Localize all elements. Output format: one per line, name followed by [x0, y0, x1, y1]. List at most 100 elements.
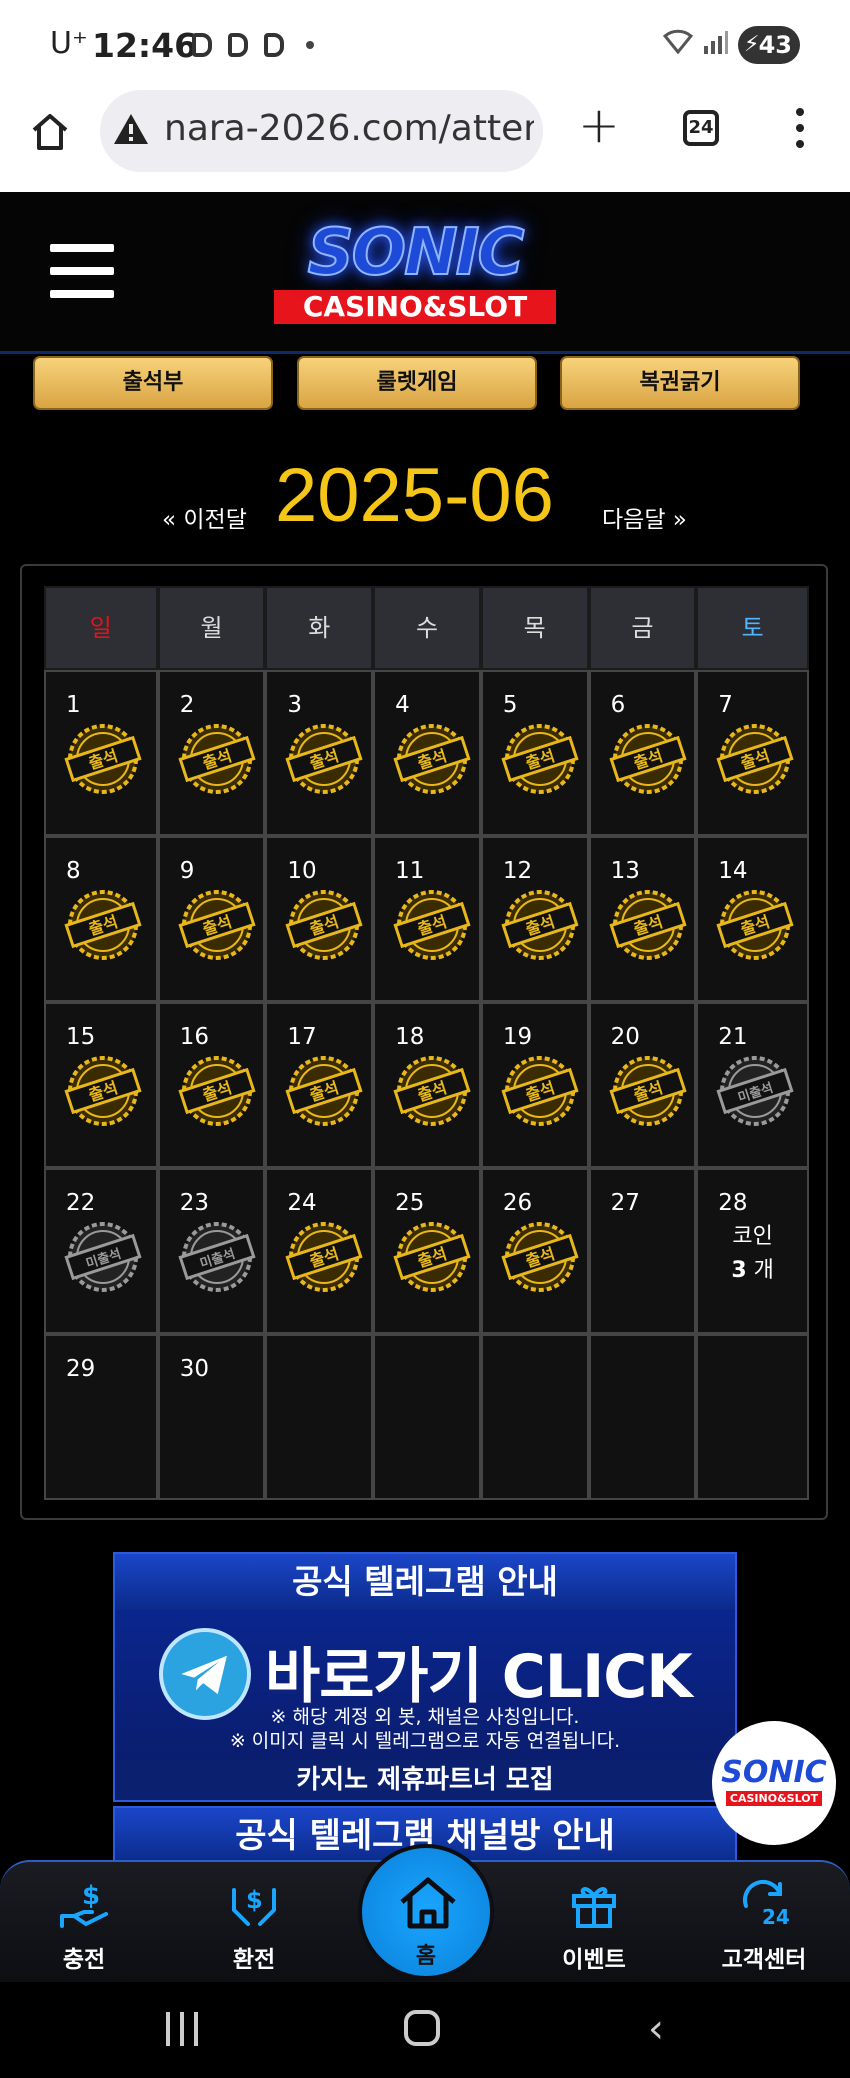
calendar-day-cell: 1 출석	[44, 670, 158, 836]
calendar-day-cell: 4 출석	[373, 670, 481, 836]
month-navigation: « 이전달 2025-06 다음달 »	[0, 452, 850, 542]
day-number: 14	[718, 858, 748, 884]
day-number: 15	[66, 1024, 96, 1050]
attended-stamp-icon: 출석	[393, 1218, 471, 1296]
attended-stamp-icon: 출석	[501, 1218, 579, 1296]
day-number: 22	[66, 1190, 96, 1216]
weekday-header: 일월화수목금토	[44, 586, 809, 670]
recents-icon[interactable]	[166, 2012, 208, 2050]
notification-icon	[228, 33, 248, 57]
url-text[interactable]: nara-2026.com/attendance	[164, 108, 534, 149]
day-number: 4	[395, 692, 410, 718]
day-number: 19	[502, 1024, 533, 1050]
nav-event[interactable]: 이벤트	[534, 1876, 654, 1974]
lottery-button[interactable]: 복권긁기	[560, 356, 800, 410]
day-number: 8	[66, 858, 81, 884]
calendar-week-row: 1 출석 2 출석 3 출석 4 출석 5 출석 6 출석 7 출석	[44, 670, 809, 836]
calendar-day-cell[interactable]: 28 코인 3 개	[696, 1168, 809, 1334]
attended-stamp-icon: 출석	[393, 1052, 471, 1130]
svg-text:24: 24	[762, 1905, 790, 1929]
roulette-button[interactable]: 룰렛게임	[297, 356, 537, 410]
coin-reward: 코인 3 개	[698, 1220, 807, 1288]
attended-stamp-icon: 출석	[393, 720, 471, 798]
warning-icon[interactable]	[112, 112, 150, 146]
day-number: 27	[610, 1190, 640, 1216]
calendar-day-cell: 25 출석	[373, 1168, 481, 1334]
nav-home-button[interactable]: 홈	[358, 1844, 494, 1980]
day-number: 20	[610, 1024, 640, 1050]
browser-toolbar: nara-2026.com/attendance + 24	[0, 90, 850, 192]
floating-logo-button[interactable]: SONIC CASINO&SLOT	[712, 1721, 836, 1845]
calendar-day-cell: 12 출석	[480, 836, 589, 1002]
calendar-day-cell: 8 출석	[44, 836, 158, 1002]
calendar-day-cell: 7 출석	[696, 670, 809, 836]
attended-stamp-icon: 출석	[501, 720, 579, 798]
weekday-label: 목	[480, 586, 589, 670]
attended-stamp-icon: 출석	[393, 886, 471, 964]
day-number: 12	[502, 858, 533, 884]
nav-exchange[interactable]: $ 환전	[194, 1876, 314, 1974]
calendar-day-cell: 21 미출석	[696, 1002, 809, 1168]
site-header: SONIC CASINO&SLOT	[0, 192, 850, 354]
support-24-icon: 24	[742, 1880, 790, 1929]
next-month-link[interactable]: 다음달 »	[602, 500, 687, 534]
attended-stamp-icon: 출석	[178, 720, 256, 798]
coin-label: 코인	[732, 1224, 773, 1249]
day-number: 7	[718, 692, 733, 718]
system-navigation-bar: ‹	[0, 1982, 850, 2078]
nav-charge[interactable]: $ 충전	[24, 1876, 144, 1974]
weekday-label: 월	[157, 586, 266, 670]
calendar-day-cell: 14 출석	[696, 836, 809, 1002]
hamburger-menu-icon[interactable]	[50, 244, 114, 298]
new-tab-icon[interactable]: +	[578, 96, 620, 154]
calendar-day-cell: 27	[588, 1168, 697, 1334]
more-notifications-icon	[306, 41, 314, 49]
nav-support[interactable]: 24 고객센터	[704, 1876, 824, 1974]
tab-switcher-button[interactable]: 24	[683, 110, 719, 146]
notification-icon	[192, 33, 212, 57]
calendar-week-row: 22 미출석 23 미출석 24 출석 25 출석 26 출석 27 28 코인 3 개	[44, 1168, 809, 1334]
day-number: 23	[179, 1190, 209, 1216]
calendar-grid: 일월화수목금토 1 출석 2 출석 3 출석 4 출석 5 출석 6 출석 7 출석 8 출석 9 출석 10 출석 1…	[44, 586, 809, 1500]
calendar-day-cell: 10 출석	[265, 836, 374, 1002]
calendar-day-cell: 18 출석	[373, 1002, 481, 1168]
banner-note: ※ 이미지 클릭 시 텔레그램으로 자동 연결됩니다.	[229, 1730, 621, 1752]
back-icon[interactable]: ‹	[648, 2006, 664, 2052]
attended-stamp-icon: 출석	[178, 1052, 256, 1130]
day-number: 30	[179, 1356, 209, 1382]
day-number: 28	[718, 1190, 748, 1216]
calendar-day-cell: 16 출석	[157, 1002, 266, 1168]
telegram-banner[interactable]: 공식 텔레그램 안내 바로가기 CLICK ※ 해당 계정 외 봇, 채널은 사…	[113, 1552, 737, 1802]
prev-month-link[interactable]: « 이전달	[162, 500, 247, 534]
calendar-day-cell: 19 출석	[480, 1002, 589, 1168]
site-logo[interactable]: SONIC CASINO&SLOT	[245, 217, 585, 330]
attended-stamp-icon: 출석	[285, 720, 363, 798]
home-icon	[400, 1877, 456, 1929]
day-number: 26	[502, 1190, 533, 1216]
nav-charge-label: 충전	[62, 1947, 106, 1973]
attended-stamp-icon: 출석	[609, 1052, 687, 1130]
system-home-icon[interactable]	[404, 2010, 440, 2046]
address-bar[interactable]: nara-2026.com/attendance	[100, 90, 543, 172]
menu-more-icon[interactable]	[796, 108, 804, 152]
coin-amount: 3 개	[731, 1258, 774, 1283]
banner-note: ※ 해당 계정 외 봇, 채널은 사칭입니다.	[270, 1706, 580, 1728]
attended-stamp-icon: 출석	[716, 720, 794, 798]
day-number: 16	[179, 1024, 209, 1050]
nav-event-label: 이벤트	[562, 1947, 626, 1973]
attendance-button[interactable]: 출석부	[33, 356, 273, 410]
charge-icon: $	[60, 1881, 108, 1928]
attended-stamp-icon: 출석	[285, 886, 363, 964]
float-logo-sub: CASINO&SLOT	[726, 1791, 822, 1806]
calendar-day-cell: 13 출석	[588, 836, 697, 1002]
carrier-label: U⁺	[50, 26, 88, 61]
browser-home-icon[interactable]	[28, 110, 72, 154]
weekday-label: 금	[588, 586, 697, 670]
attended-stamp-icon: 출석	[285, 1052, 363, 1130]
day-number: 13	[610, 858, 640, 884]
current-month: 2025-06	[275, 453, 554, 538]
calendar-day-cell: 9 출석	[157, 836, 266, 1002]
attended-stamp-icon: 출석	[64, 1052, 142, 1130]
calendar-day-cell: 29	[44, 1334, 158, 1500]
banner-title: 공식 텔레그램 안내	[115, 1554, 735, 1610]
